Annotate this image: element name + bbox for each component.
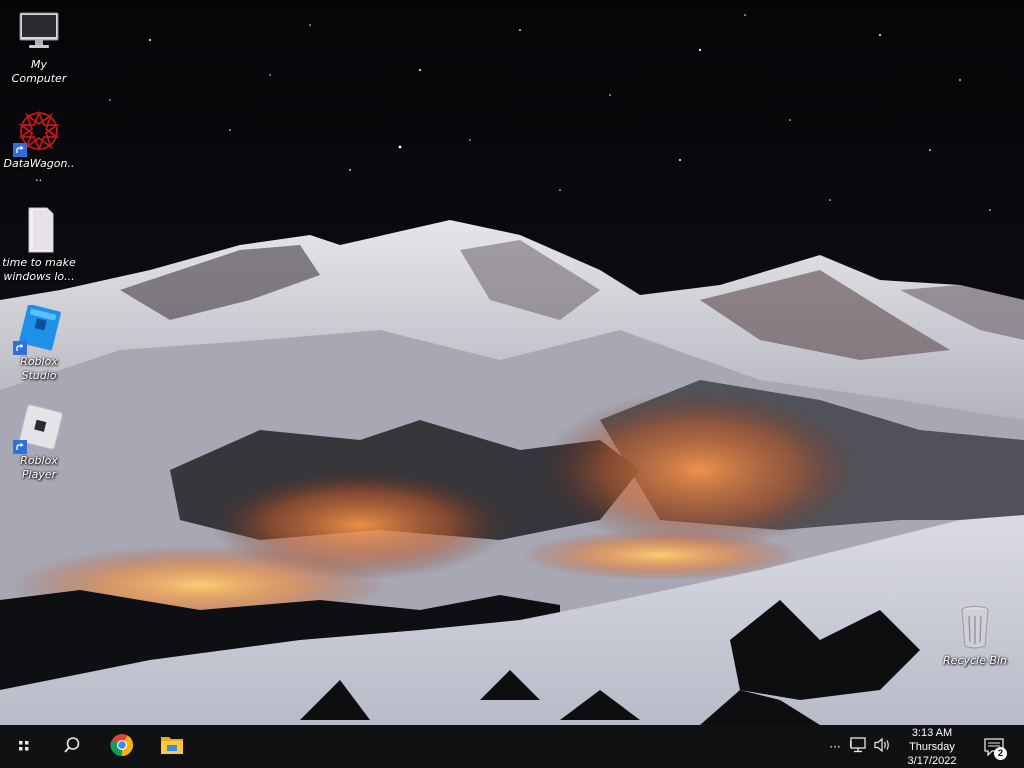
desktop-icon-label: Roblox Studio: [20, 355, 58, 382]
clock-day: Thursday: [909, 740, 955, 753]
notifications-icon: 2: [984, 737, 1007, 760]
clock-date: 3/17/2022: [907, 754, 957, 767]
desktop-icon-roblox-studio[interactable]: Roblox Studio: [2, 304, 76, 383]
file-explorer-icon: [160, 734, 184, 760]
recycle-bin-icon: [951, 604, 999, 652]
overflow-dots-icon: ···: [829, 739, 841, 754]
datawagon-logo-icon: [13, 107, 63, 157]
notifications-button[interactable]: 2: [978, 725, 1010, 768]
text-file-icon: [15, 206, 63, 254]
network-tray-button[interactable]: [848, 725, 870, 768]
start-button[interactable]: [0, 725, 48, 768]
desktop-icon-roblox-player[interactable]: Roblox Player: [2, 404, 76, 482]
desktop-icon-label: Recycle Bin: [943, 654, 1007, 667]
file-explorer-taskbar-button[interactable]: [148, 725, 196, 768]
shortcut-arrow-icon: [13, 440, 27, 454]
monitor-icon: [15, 8, 63, 56]
search-icon: [63, 736, 81, 758]
shortcut-arrow-icon: [13, 143, 27, 157]
network-icon: [849, 736, 868, 757]
roblox-studio-icon: [13, 304, 63, 355]
volume-icon: [874, 737, 892, 757]
desktop-icon-label: Roblox Player: [20, 454, 58, 481]
desktop-icon-label: time to make windows lo...: [2, 256, 76, 283]
volume-tray-button[interactable]: [872, 725, 894, 768]
desktop[interactable]: My Computer DataWagon.... time to make w…: [0, 0, 1024, 725]
desktop-icon-label: My Computer: [11, 58, 67, 85]
wallpaper: [0, 0, 1024, 725]
desktop-icon-label: DataWagon....: [3, 157, 75, 184]
notification-count-badge: 2: [994, 746, 1007, 760]
desktop-icon-text-file[interactable]: time to make windows lo...: [2, 206, 76, 284]
desktop-icon-my-computer[interactable]: My Computer: [2, 8, 76, 86]
desktop-icon-recycle-bin[interactable]: Recycle Bin: [938, 604, 1012, 668]
search-button[interactable]: [48, 725, 96, 768]
desktop-icon-datawagon[interactable]: DataWagon....: [2, 107, 76, 185]
chrome-icon: [110, 733, 134, 761]
tray-overflow-button[interactable]: ···: [826, 725, 844, 768]
roblox-player-icon: [13, 404, 63, 454]
chrome-taskbar-button[interactable]: [98, 725, 146, 768]
clock-time: 3:13 AM: [911, 726, 953, 739]
start-icon: [18, 737, 30, 756]
taskbar-clock[interactable]: 3:13 AM Thursday 3/17/2022: [898, 725, 966, 768]
shortcut-arrow-icon: [13, 341, 27, 355]
taskbar: ··· 3:13 AM Thursday 3/17/2022 2: [0, 725, 1024, 768]
